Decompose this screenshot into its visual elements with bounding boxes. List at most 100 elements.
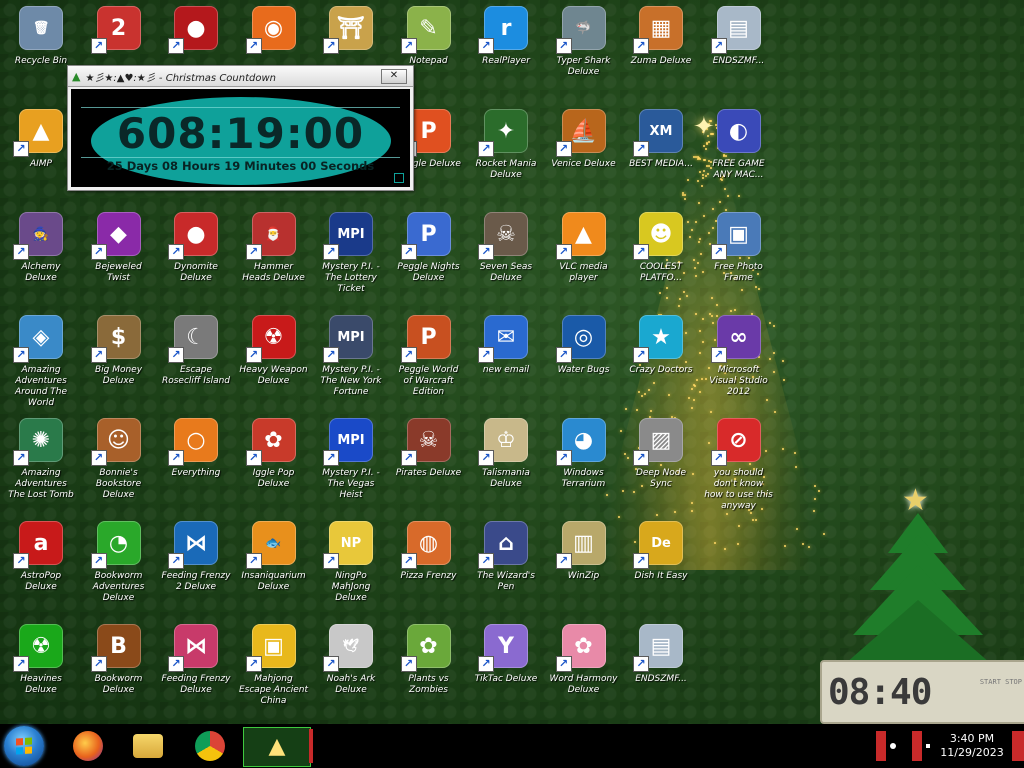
clock-digits: 08:40 <box>828 671 932 713</box>
desktop-icon[interactable]: 🦈 ↗ Typer Shark Deluxe <box>547 6 621 78</box>
desktop-icon-label: NingPo MahJong Deluxe <box>331 571 371 603</box>
desktop-icon[interactable]: r ↗ RealPlayer <box>469 6 543 67</box>
desktop-icon[interactable]: ✦ ↗ Rocket Mania Deluxe <box>469 109 543 181</box>
desktop-icon[interactable]: ◎ ↗ Water Bugs <box>547 315 621 376</box>
desktop-icon[interactable]: ☻ ↗ COOLEST PLATFO... <box>624 212 698 284</box>
desktop-icon[interactable]: ☾ ↗ Escape Rosecliff Island <box>159 315 233 387</box>
desktop-icon[interactable]: ▥ ↗ WinZip <box>547 521 621 582</box>
tray-dot-icon[interactable] <box>890 743 896 749</box>
desktop-icon[interactable]: ◕ ↗ Windows Terrarium <box>547 418 621 490</box>
tray-dot-icon[interactable] <box>926 744 930 748</box>
desktop-icon-label: Rocket Mania Deluxe <box>475 159 537 180</box>
app-icon: ✺ ↗ <box>13 418 63 466</box>
desktop-icon[interactable]: De ↗ Dish It Easy <box>624 521 698 582</box>
desktop-icon[interactable]: ✎ ↗ Notepad <box>392 6 466 67</box>
desktop-icon[interactable]: 🐟 ↗ Insaniquarium Deluxe <box>237 521 311 593</box>
desktop-icon[interactable]: ☢ ↗ Heavy Weapon Deluxe <box>237 315 311 387</box>
close-button[interactable]: ✕ <box>381 69 407 84</box>
app-icon: ✦ ↗ <box>478 109 528 157</box>
taskbar-countdown[interactable]: ▲ <box>243 727 311 767</box>
desktop-icon[interactable]: 🕊 ↗ Noah's Ark Deluxe <box>314 624 388 696</box>
desktop-icon[interactable]: ▣ ↗ Free Photo Frame <box>702 212 776 284</box>
countdown-window[interactable]: ▲ ★彡★:▲♥:★彡 - Christmas Countdown ✕ 608:… <box>67 65 414 191</box>
desktop-icon[interactable]: NP ↗ NingPo MahJong Deluxe <box>314 521 388 604</box>
desktop-icon[interactable]: 🧙 ↗ Alchemy Deluxe <box>4 212 78 284</box>
system-clock[interactable]: 3:40 PM 11/29/2023 <box>932 732 1012 760</box>
shortcut-arrow-icon: ↗ <box>478 347 494 363</box>
shortcut-arrow-icon: ↗ <box>13 553 29 569</box>
desktop-icon[interactable]: ◔ ↗ Bookworm Adventures Deluxe <box>82 521 156 604</box>
app-icon: ☾ ↗ <box>168 315 218 363</box>
desktop-icon[interactable]: ⋈ ↗ Feeding Frenzy Deluxe <box>159 624 233 696</box>
desktop-icon[interactable]: P ↗ Peggle Nights Deluxe <box>392 212 466 284</box>
start-button[interactable] <box>4 726 44 766</box>
desktop-icon[interactable]: 🗑 Recycle Bin <box>4 6 78 67</box>
app-icon: $ ↗ <box>90 315 141 363</box>
start-stop-label[interactable]: START STOP <box>980 678 1022 687</box>
tray-bar-icon[interactable] <box>912 731 922 761</box>
desktop-icon[interactable]: ✿ ↗ Plants vs Zombies <box>392 624 466 696</box>
sparkle-dot <box>698 237 701 240</box>
desktop-icon[interactable]: ♔ ↗ Talismania Deluxe <box>469 418 543 490</box>
taskbar-file-explorer[interactable] <box>120 727 176 765</box>
shortcut-arrow-icon: ↗ <box>555 38 572 54</box>
desktop-icon[interactable]: ⋈ ↗ Feeding Frenzy 2 Deluxe <box>159 521 233 593</box>
desktop-icon[interactable]: ○ ↗ Everything <box>159 418 233 479</box>
desktop-icon[interactable]: ⊘ ↗ you should don't know how to use this … <box>702 418 776 512</box>
desktop-icon[interactable]: ✺ ↗ Amazing Adventures The Lost Tomb <box>4 418 78 501</box>
desktop-icon[interactable]: MPI ↗ Mystery P.I. - The New York Fortune <box>314 315 388 398</box>
app-icon: De ↗ <box>633 521 683 569</box>
desktop-icon[interactable]: ★ ↗ Crazy Doctors <box>624 315 698 376</box>
desktop-icon[interactable]: ▣ ↗ Mahjong Escape Ancient China <box>237 624 311 707</box>
desktop-icon[interactable]: ⌂ ↗ The Wizard's Pen <box>469 521 543 593</box>
desktop-icon[interactable]: Y ↗ TikTac Deluxe <box>469 624 543 685</box>
resize-grip[interactable] <box>394 173 404 183</box>
desktop-icon[interactable]: ◆ ↗ Bejeweled Twist <box>82 212 156 284</box>
shortcut-arrow-icon: ↗ <box>710 347 727 363</box>
desktop-icon[interactable]: ✉ ↗ new email <box>469 315 543 376</box>
sparkle-dot <box>781 359 784 362</box>
sparkle-dot <box>677 304 680 307</box>
desk-clock-widget[interactable]: 08:40 START STOP <box>820 660 1024 724</box>
desktop-icon[interactable]: ● ↗ <box>159 6 233 56</box>
desktop-icon[interactable]: a ↗ AstroPop Deluxe <box>4 521 78 593</box>
desktop-icon[interactable]: MPI ↗ Mystery P.I. - The Vegas Heist <box>314 418 388 501</box>
desktop-icon[interactable]: ▨ ↗ Deep Node Sync <box>624 418 698 490</box>
desktop-icon[interactable]: MPI ↗ Mystery P.I. - The Lottery Ticket <box>314 212 388 295</box>
tray-bar-icon[interactable] <box>876 731 886 761</box>
desktop-icon-label: COOLEST PLATFO... <box>639 262 683 283</box>
desktop-icon[interactable]: $ ↗ Big Money Deluxe <box>82 315 156 387</box>
desktop-icon[interactable]: P ↗ Peggle World of Warcraft Edition <box>392 315 466 398</box>
desktop-icon[interactable]: ⛩ ↗ <box>314 6 388 56</box>
desktop-icon[interactable]: ◍ ↗ Pizza Frenzy <box>392 521 466 582</box>
desktop-icon[interactable]: B ↗ Bookworm Deluxe <box>82 624 156 696</box>
desktop-icon[interactable]: ✿ ↗ Iggle Pop Deluxe <box>237 418 311 490</box>
desktop-icon[interactable]: ☠ ↗ Pirates Deluxe <box>392 418 466 479</box>
taskbar: ▲ 3:40 PM 11/29/2023 <box>0 724 1024 768</box>
desktop-icon[interactable]: ▤ ↗ ENDSZMF... <box>702 6 776 67</box>
desktop-icon[interactable]: ∞ ↗ Microsoft Visual Studio 2012 <box>702 315 776 398</box>
taskbar-firefox[interactable] <box>60 727 116 765</box>
desktop-icon[interactable]: ✿ ↗ Word Harmony Deluxe <box>547 624 621 696</box>
countdown-title-bar[interactable]: ▲ ★彡★:▲♥:★彡 - Christmas Countdown <box>68 66 413 87</box>
desktop-icon[interactable]: ◉ ↗ <box>237 6 311 56</box>
desktop-icon[interactable]: XM ↗ BEST MEDIA... <box>624 109 698 170</box>
desktop-icon[interactable]: ☺ ↗ Bonnie's Bookstore Deluxe <box>82 418 156 501</box>
clock-date: 11/29/2023 <box>940 746 1004 759</box>
app-icon: ◔ ↗ <box>90 521 141 569</box>
desktop-icon[interactable]: 🎅 ↗ Hammer Heads Deluxe <box>237 212 311 284</box>
desktop-icon[interactable]: ◈ ↗ Amazing Adventures Around The World <box>4 315 78 409</box>
desktop-icon[interactable]: ▲ ↗ VLC media player <box>547 212 621 284</box>
desktop-icon[interactable]: ☢ ↗ Heavines Deluxe <box>4 624 78 696</box>
desktop-icon[interactable]: ☠ ↗ Seven Seas Deluxe <box>469 212 543 284</box>
shortcut-arrow-icon: ↗ <box>168 244 184 260</box>
desktop-icon-label: Heavy Weapon Deluxe <box>239 365 308 386</box>
desktop-icon[interactable]: ▦ ↗ Zuma Deluxe <box>624 6 698 67</box>
desktop-icon[interactable]: ◐ FREE GAME ANY MAC... <box>702 109 776 181</box>
show-desktop-button[interactable] <box>1012 731 1024 761</box>
taskbar-chrome[interactable] <box>182 727 238 765</box>
desktop-icon[interactable]: 2 ↗ <box>82 6 156 56</box>
desktop-icon[interactable]: ● ↗ Dynomite Deluxe <box>159 212 233 284</box>
desktop-icon[interactable]: ⛵ ↗ Venice Deluxe <box>547 109 621 170</box>
desktop-icon[interactable]: ▤ ↗ ENDSZMF... <box>624 624 698 685</box>
